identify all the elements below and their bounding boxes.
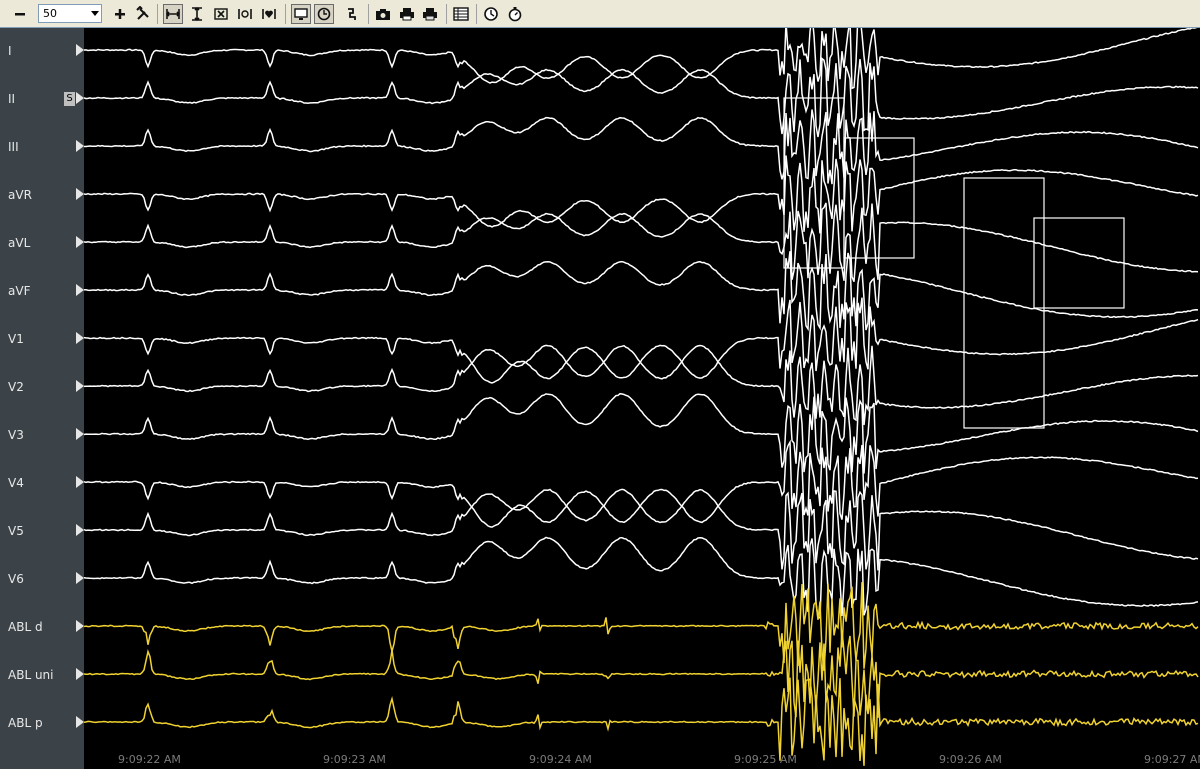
time-label: 9:09:26 AM: [939, 753, 1002, 766]
channel-label-I: I: [8, 44, 12, 58]
channel-marker-aVF[interactable]: [76, 284, 84, 296]
waveform-trace: [84, 109, 1199, 185]
channel-marker-I[interactable]: [76, 44, 84, 56]
tools-icon: [136, 6, 149, 20]
heart-rate-button[interactable]: [259, 4, 279, 24]
v-caliper-icon: [192, 6, 202, 22]
zoom-in-button[interactable]: [110, 4, 130, 24]
waveform-trace: [84, 344, 1199, 426]
waveform-trace: [84, 297, 1199, 384]
waveform-trace: [84, 57, 1199, 138]
time-label: 9:09:24 AM: [529, 753, 592, 766]
zoom-select[interactable]: 50: [38, 4, 102, 23]
waveform-trace: [84, 630, 1199, 718]
time-label: 9:09:22 AM: [118, 753, 181, 766]
channel-marker-III[interactable]: [76, 140, 84, 152]
march-icon: [238, 9, 252, 19]
print-preview-button[interactable]: [420, 4, 440, 24]
printer2-icon: [423, 8, 437, 21]
channel-marker-abl-d[interactable]: [76, 620, 84, 632]
plus-icon: [115, 9, 125, 19]
stopwatch-icon: [508, 7, 522, 22]
toolbar: 50: [0, 0, 1200, 28]
monitor-icon: [294, 8, 308, 20]
zoom-value: 50: [43, 7, 57, 20]
tools-button[interactable]: [133, 4, 153, 24]
h-caliper-icon: [165, 9, 181, 19]
clock-button[interactable]: [481, 4, 501, 24]
heart-icon: [262, 9, 276, 19]
channel-marker-aVR[interactable]: [76, 188, 84, 200]
stopwatch-button[interactable]: [505, 4, 525, 24]
channel-label-aVR: aVR: [8, 188, 32, 202]
waveform-trace: [84, 202, 1199, 282]
channel-label-aVF: aVF: [8, 284, 31, 298]
channel-marker-V3[interactable]: [76, 428, 84, 440]
camera-icon: [376, 9, 390, 20]
waveform-trace: [84, 392, 1199, 474]
channel-label-V6: V6: [8, 572, 24, 586]
waveform-trace: [84, 439, 1199, 528]
refresh-button[interactable]: [314, 4, 334, 24]
channel-label-V5: V5: [8, 524, 24, 538]
signal-button[interactable]: [343, 4, 363, 24]
channel-label-II: II: [8, 92, 16, 106]
channel-marker-abl-p[interactable]: [76, 716, 84, 728]
vertical-caliper-button[interactable]: [187, 4, 207, 24]
channel-label-abl-d: ABL d: [8, 620, 43, 634]
waveform-trace: [84, 536, 1199, 619]
channel-marker-V4[interactable]: [76, 476, 84, 488]
time-label: 9:09:23 AM: [323, 753, 386, 766]
clock-icon: [484, 7, 498, 21]
channel-marker-abl-uni[interactable]: [76, 668, 84, 680]
print-button[interactable]: [397, 4, 417, 24]
zoom-out-button[interactable]: [10, 4, 30, 24]
horizontal-caliper-button[interactable]: [163, 4, 183, 24]
clear-icon: [214, 8, 228, 20]
march-calipers-button[interactable]: [235, 4, 255, 24]
channel-panel: I II III aVR aVL aVF V1 V2 V3 V4 V5 V6 A…: [0, 28, 84, 769]
channel-label-V4: V4: [8, 476, 24, 490]
channel-marker-aVL[interactable]: [76, 236, 84, 248]
waveform-trace: [84, 28, 1197, 90]
refresh-icon: [317, 7, 331, 21]
channel-marker-II[interactable]: [76, 92, 84, 104]
channel-marker-V1[interactable]: [76, 332, 84, 344]
waveform-trace: [84, 251, 1199, 332]
channel-label-V1: V1: [8, 332, 24, 346]
channel-label-V2: V2: [8, 380, 24, 394]
channel-label-abl-uni: ABL uni: [8, 668, 54, 682]
waveform-canvas[interactable]: [84, 28, 1200, 769]
channel-label-III: III: [8, 140, 19, 154]
layout-button[interactable]: [451, 4, 471, 24]
chevron-down-icon: [91, 11, 99, 16]
waveform-trace: [84, 677, 1199, 766]
sync-badge[interactable]: S: [64, 92, 75, 106]
channel-label-aVL: aVL: [8, 236, 31, 250]
time-label: 9:09:25 AM: [734, 753, 797, 766]
printer-icon: [400, 8, 414, 21]
channel-label-abl-p: ABL p: [8, 716, 43, 730]
waveform-trace: [84, 155, 1199, 234]
clear-marks-button[interactable]: [211, 4, 231, 24]
channel-marker-V6[interactable]: [76, 572, 84, 584]
layout-icon: [453, 7, 469, 21]
channel-marker-V2[interactable]: [76, 380, 84, 392]
channel-marker-V5[interactable]: [76, 524, 84, 536]
monitor-button[interactable]: [291, 4, 311, 24]
waveform-trace: [84, 488, 1199, 571]
channel-label-V3: V3: [8, 428, 24, 442]
minus-icon: [15, 13, 25, 16]
signal-icon: [348, 8, 356, 20]
time-label: 9:09:27 AM: [1144, 753, 1200, 766]
artifact-trace: [1033, 217, 1125, 309]
snapshot-button[interactable]: [373, 4, 393, 24]
waveform-trace: [84, 582, 1199, 671]
